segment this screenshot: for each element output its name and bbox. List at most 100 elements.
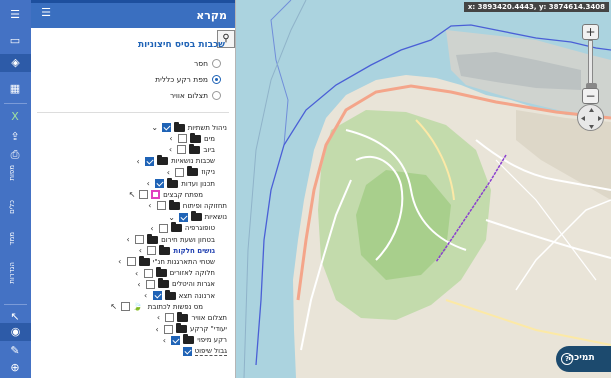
checkbox[interactable] (161, 123, 171, 132)
menu-icon[interactable]: ☰ (5, 6, 25, 24)
checkbox[interactable] (175, 167, 185, 177)
chevron-left-icon[interactable]: ‹ (144, 179, 152, 188)
checkbox[interactable] (178, 212, 188, 222)
checkbox[interactable] (182, 347, 192, 356)
tree-row[interactable]: אגרות והיטלים ‹ (135, 278, 215, 290)
checkbox[interactable] (158, 223, 168, 233)
panel-icon[interactable]: ▭ (5, 32, 25, 50)
base-option-general-map[interactable]: מפת רקע כללית (155, 73, 221, 85)
panel-title: מקרא (196, 9, 227, 22)
tree-row[interactable]: מפתח קבצים ↖ (128, 189, 203, 200)
chevron-left-icon[interactable]: ‹ (142, 291, 150, 300)
base-layers-title: שכבות בסיס חיצוניות (137, 40, 225, 50)
upload-icon[interactable]: ⇪ (5, 128, 25, 146)
tree-row[interactable]: נושאיות ⌄ (168, 211, 227, 223)
radio-icon[interactable] (212, 74, 221, 84)
tree-row[interactable]: תחזוקה ופיתוח ‹ (146, 199, 227, 211)
edit-icon[interactable]: ✎ (5, 342, 25, 360)
zoom-to-layer-icon[interactable]: ↖ (128, 190, 136, 199)
checkbox[interactable] (164, 324, 174, 334)
checkbox[interactable] (139, 190, 149, 200)
toolbar-label-maps[interactable]: מפות (8, 165, 16, 181)
chevron-left-icon[interactable]: ‹ (135, 280, 143, 289)
checkbox[interactable] (156, 201, 166, 211)
toolbar-label-tools[interactable]: כלים (8, 200, 16, 214)
checkbox[interactable] (171, 335, 181, 345)
radio-icon[interactable] (212, 58, 221, 68)
tree-row[interactable]: ארנונה תצא ‹ (142, 289, 215, 301)
tree-row-label: מים (204, 134, 215, 143)
table-icon[interactable]: ▦ (5, 80, 25, 98)
tree-row[interactable]: יעודי" קרקע ‹ (153, 323, 227, 335)
collapse-icon[interactable]: ☰ (37, 6, 51, 20)
tree-row[interactable]: ניקוז ‹ (164, 166, 215, 178)
chevron-left-icon[interactable]: ‹ (164, 168, 172, 177)
tree-row[interactable]: תצלום אוויר ‹ (154, 311, 227, 323)
chevron-left-icon[interactable]: ‹ (166, 145, 174, 154)
base-option-none[interactable]: חסר (194, 57, 221, 69)
tree-row[interactable]: תכנון ועדות ‹ (144, 177, 215, 189)
base-option-aerial[interactable]: תצלום אוויר (170, 89, 221, 101)
folder-icon (187, 166, 199, 177)
tree-row[interactable]: מס נפשות לכתובת 🍃 ↖ (110, 301, 203, 312)
zoom-in-button[interactable]: + (582, 24, 599, 40)
layers-icon[interactable]: ◈ (0, 54, 31, 72)
checkbox[interactable] (178, 134, 188, 144)
zoom-search-icon[interactable]: ⊕ (5, 359, 25, 377)
checkbox[interactable] (145, 156, 155, 166)
zoom-out-button[interactable]: − (582, 88, 599, 104)
tree-row[interactable]: טופוגרפיה ‹ (148, 222, 215, 234)
chevron-left-icon[interactable]: ‹ (124, 235, 132, 244)
checkbox[interactable] (165, 313, 175, 323)
chevron-down-icon[interactable]: ⌄ (168, 213, 176, 222)
radio-icon[interactable] (212, 90, 221, 100)
zoom-to-layer-icon[interactable]: ↖ (110, 302, 118, 311)
tree-row[interactable]: גבול שיפוט (172, 346, 227, 357)
print-icon[interactable]: ⎙ (5, 146, 25, 164)
checkbox[interactable] (126, 257, 136, 267)
support-button[interactable]: ? תמיכה (556, 346, 611, 372)
tree-row[interactable]: ביוב ‹ (166, 143, 215, 155)
checkbox[interactable] (145, 279, 155, 289)
zoom-slider[interactable] (586, 40, 597, 89)
folder-icon (173, 121, 185, 132)
checkbox[interactable] (152, 291, 162, 300)
tree-row[interactable]: גושים חלקות ‹ (136, 244, 215, 256)
folder-icon (157, 278, 169, 289)
tree-row[interactable]: חלוקה לאזורים ‹ (133, 267, 215, 279)
map-canvas[interactable] (236, 0, 611, 378)
toolbar-label-measure[interactable]: ממד (8, 232, 16, 245)
pan-control[interactable] (577, 104, 604, 131)
chevron-left-icon[interactable]: ‹ (136, 246, 144, 255)
identify-icon[interactable]: ◉ (0, 323, 31, 341)
checkbox[interactable] (177, 145, 187, 155)
folder-icon (190, 132, 202, 143)
help-icon: ? (561, 353, 573, 365)
checkbox[interactable] (120, 302, 130, 312)
checkbox[interactable] (155, 179, 165, 188)
chevron-down-icon[interactable]: ⌄ (151, 123, 159, 132)
toolbar-label-settings[interactable]: הגדרות (8, 262, 16, 284)
chevron-left-icon[interactable]: ‹ (160, 336, 168, 345)
chevron-left-icon[interactable]: ‹ (133, 269, 141, 278)
chevron-left-icon[interactable]: ‹ (167, 134, 175, 143)
chevron-left-icon[interactable]: ‹ (146, 201, 154, 210)
tree-row[interactable]: בטחון ושעת חירום ‹ (124, 233, 215, 245)
chevron-left-icon[interactable]: ‹ (154, 313, 162, 322)
checkbox[interactable] (135, 235, 145, 244)
checkbox[interactable] (143, 268, 153, 278)
chevron-left-icon[interactable]: ‹ (153, 325, 161, 334)
tree-row[interactable]: רקע מיפוי ‹ (160, 334, 227, 346)
zoom-control: + − (582, 24, 599, 104)
map-graphics (236, 0, 611, 378)
folder-icon (183, 334, 195, 345)
tree-row[interactable]: שטחי התארגנות חנ"י ‹ (116, 255, 215, 267)
chevron-left-icon[interactable]: ‹ (148, 224, 156, 233)
tree-row[interactable]: מים ‹ (167, 132, 215, 144)
chevron-left-icon[interactable]: ‹ (134, 157, 142, 166)
excel-icon[interactable]: X (5, 108, 25, 126)
tree-row[interactable]: ניהול תשתיות ⌄ (151, 121, 227, 133)
checkbox[interactable] (147, 246, 157, 256)
chevron-left-icon[interactable]: ‹ (116, 257, 124, 266)
tree-row[interactable]: שכבות נושאיות ‹ (134, 155, 215, 167)
